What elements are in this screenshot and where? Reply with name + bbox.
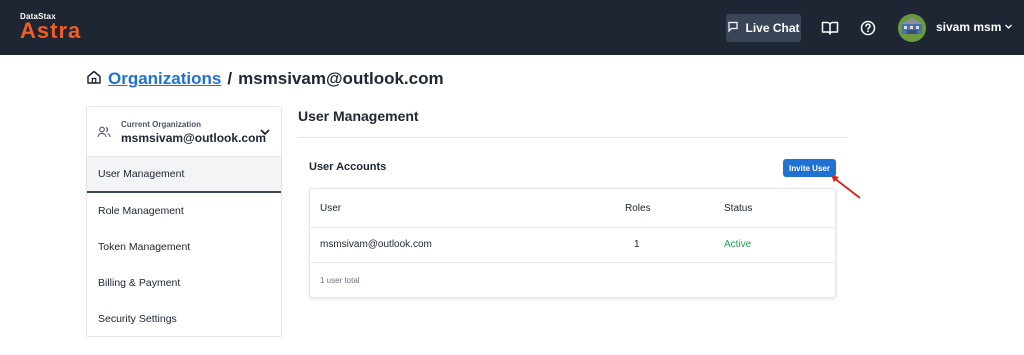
chevron-down-icon: [259, 125, 271, 143]
help-icon[interactable]: [858, 18, 878, 38]
divider: [298, 137, 847, 138]
users-icon: [97, 125, 111, 143]
organization-sidebar: Current Organization msmsivam@outlook.co…: [86, 106, 282, 337]
sidebar-item-user-management[interactable]: User Management: [87, 157, 281, 193]
avatar[interactable]: [898, 14, 926, 42]
breadcrumb-current: msmsivam@outlook.com: [238, 69, 444, 88]
cell-roles: 1: [634, 239, 640, 250]
column-header-status[interactable]: Status: [724, 203, 752, 214]
astra-logo[interactable]: DataStax Astra: [20, 12, 81, 42]
sidebar-item-role-management[interactable]: Role Management: [87, 193, 281, 229]
current-org-name: msmsivam@outlook.com: [121, 131, 267, 145]
user-accounts-table: User Roles Status msmsivam@outlook.com 1…: [309, 188, 836, 298]
cell-user: msmsivam@outlook.com: [320, 239, 432, 250]
current-org-caption: Current Organization: [121, 120, 202, 129]
home-icon[interactable]: [86, 69, 102, 90]
section-title: User Accounts: [309, 161, 387, 173]
chevron-down-icon: [1004, 20, 1013, 34]
table-footer-total: 1 user total: [320, 276, 360, 285]
breadcrumb: Organizations / msmsivam@outlook.com: [86, 68, 444, 90]
user-menu[interactable]: sivam msm: [936, 20, 1013, 34]
breadcrumb-separator: /: [227, 69, 233, 88]
organization-switcher[interactable]: Current Organization msmsivam@outlook.co…: [87, 107, 281, 157]
live-chat-button[interactable]: Live Chat: [726, 14, 801, 42]
column-header-roles[interactable]: Roles: [625, 203, 651, 214]
divider: [310, 227, 835, 228]
user-name: sivam msm: [936, 20, 1002, 34]
chat-icon: [727, 21, 739, 36]
status-badge: Active: [724, 239, 752, 250]
page-title: User Management: [298, 108, 419, 124]
column-header-user[interactable]: User: [320, 203, 341, 214]
sidebar-item-billing-payment[interactable]: Billing & Payment: [87, 265, 281, 301]
breadcrumb-organizations-link[interactable]: Organizations: [108, 69, 221, 89]
sidebar-item-token-management[interactable]: Token Management: [87, 229, 281, 265]
sidebar-item-security-settings[interactable]: Security Settings: [87, 301, 281, 337]
live-chat-label: Live Chat: [745, 21, 800, 35]
top-navbar: DataStax Astra Live Chat sivam msm: [0, 0, 1024, 55]
logo-wordmark: Astra: [20, 18, 82, 43]
book-icon[interactable]: [820, 18, 840, 38]
divider: [310, 262, 835, 263]
